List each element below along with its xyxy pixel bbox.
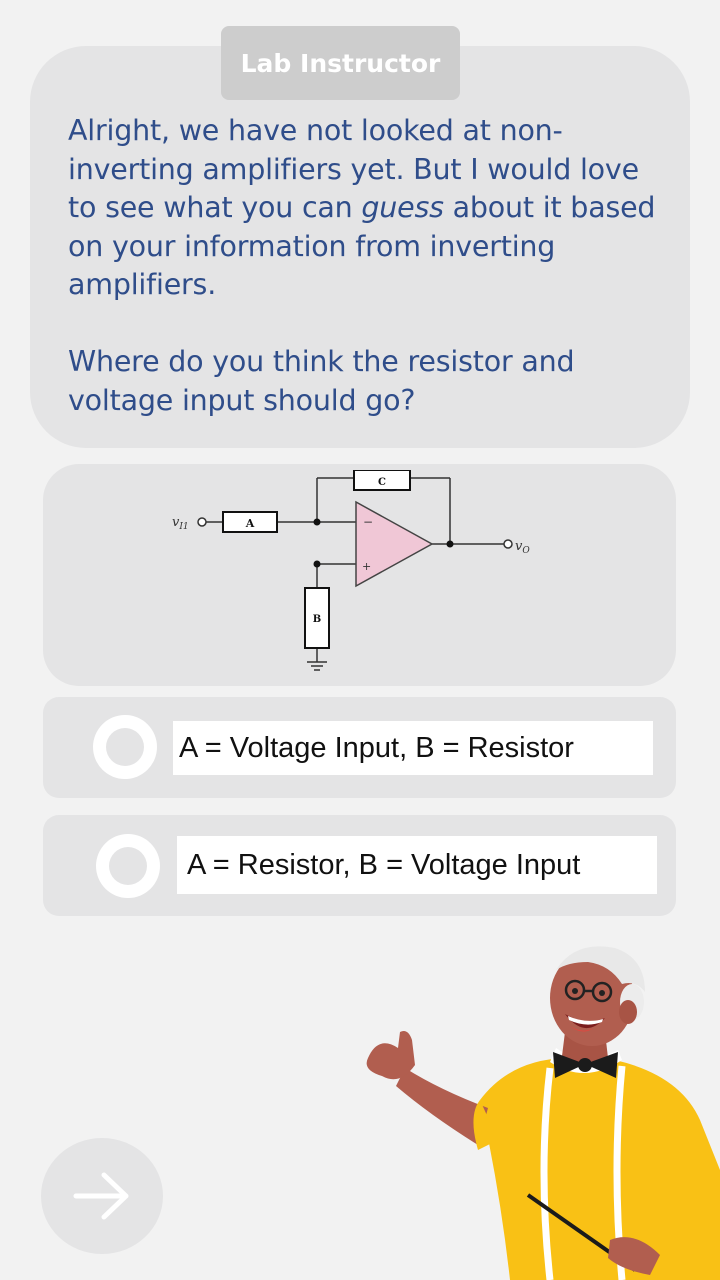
emphasis-guess: guess	[361, 191, 444, 224]
answer-option-2[interactable]: A = Resistor, B = Voltage Input	[43, 815, 676, 916]
label-c: C	[378, 477, 386, 488]
radio-icon[interactable]	[93, 715, 157, 779]
answer-option-1-label: A = Voltage Input, B = Resistor	[173, 721, 653, 775]
label-a: A	[245, 517, 255, 530]
next-button[interactable]	[41, 1138, 163, 1254]
input-voltage-label: vI1	[172, 515, 189, 532]
answer-option-2-label: A = Resistor, B = Voltage Input	[177, 836, 657, 894]
instructor-message: Alright, we have not looked at non-inver…	[68, 112, 668, 420]
non-inverting-amplifier-diagram: A C B − + vI1 vO	[172, 470, 530, 671]
speaker-name-tag: Lab Instructor	[221, 26, 460, 100]
answer-option-1[interactable]: A = Voltage Input, B = Resistor	[43, 697, 676, 798]
output-voltage-label: vO	[515, 539, 530, 556]
message-paragraph-1: Alright, we have not looked at non-inver…	[68, 114, 656, 301]
message-paragraph-2: Where do you think the resistor and volt…	[68, 345, 575, 417]
lab-instructor-avatar	[366, 946, 720, 1280]
arrow-right-icon	[73, 1172, 129, 1220]
opamp-minus-sign: −	[363, 515, 373, 529]
opamp-plus-sign: +	[362, 560, 371, 573]
label-b: B	[313, 614, 321, 625]
radio-icon[interactable]	[96, 834, 160, 898]
